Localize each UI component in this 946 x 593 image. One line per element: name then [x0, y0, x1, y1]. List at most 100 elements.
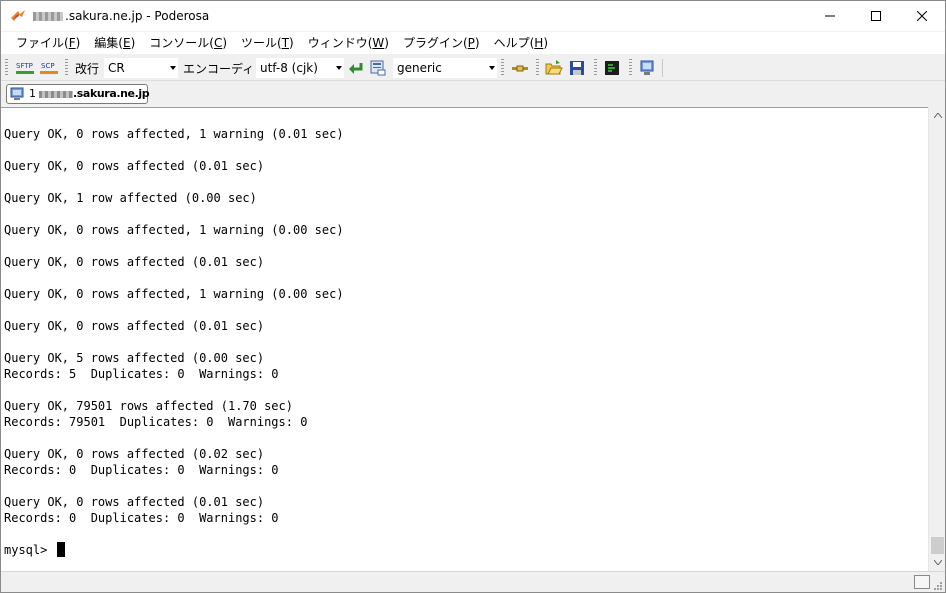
terminal-line: Records: 0 Duplicates: 0 Warnings: 0: [4, 463, 279, 477]
terminal-type-value: generic: [397, 61, 442, 75]
terminal-line: Query OK, 0 rows affected (0.01 sec): [4, 495, 265, 509]
log-button[interactable]: [603, 59, 621, 77]
menu-help[interactable]: ヘルプ(H): [487, 33, 555, 53]
maximize-button[interactable]: [853, 1, 899, 31]
newline-select-value: CR: [108, 61, 125, 75]
scp-icon: SCP: [40, 62, 58, 74]
menu-plugins[interactable]: プラグイン(P): [396, 33, 487, 53]
minimize-button[interactable]: [807, 1, 853, 31]
terminal-line: Query OK, 0 rows affected, 1 warning (0.…: [4, 287, 344, 301]
scp-icon-text: SCP: [41, 62, 55, 70]
terminal-line: Query OK, 0 rows affected, 1 warning (0.…: [4, 223, 344, 237]
terminal-line: Query OK, 79501 rows affected (1.70 sec): [4, 399, 293, 413]
terminal-view[interactable]: Query OK, 0 rows affected, 1 warning (0.…: [1, 107, 928, 571]
toolbar-grip[interactable]: [5, 59, 8, 77]
minimize-icon: [825, 15, 835, 17]
session-tab[interactable]: 1 .sakura.ne.jp: [6, 84, 150, 104]
sftp-button[interactable]: SFTP: [15, 59, 35, 77]
menu-window[interactable]: ウィンドウ(W): [301, 33, 396, 53]
terminal-line: Records: 0 Duplicates: 0 Warnings: 0: [4, 511, 279, 525]
broadcast-button[interactable]: [638, 59, 656, 77]
text-cursor: [56, 542, 65, 557]
status-bar: [1, 571, 945, 592]
toolbar-grip[interactable]: [65, 59, 68, 77]
scrollbar-thumb[interactable]: [931, 537, 944, 554]
close-icon: [917, 11, 927, 21]
open-folder-icon: [545, 60, 563, 75]
session-tab-host: .sakura.ne.jp: [73, 87, 150, 100]
window-title-text: .sakura.ne.jp - Poderosa: [65, 9, 210, 23]
chevron-down-icon: [336, 66, 342, 70]
session-tab-strip: 1 .sakura.ne.jp: [1, 82, 945, 107]
terminal-session-icon: [10, 87, 24, 100]
toolbar-grip[interactable]: [629, 59, 632, 77]
terminal-line: Query OK, 0 rows affected, 1 warning (0.…: [4, 127, 344, 141]
mysql-prompt: mysql>: [4, 543, 55, 557]
sftp-icon: SFTP: [16, 62, 34, 74]
save-button[interactable]: [568, 59, 586, 77]
toolbar-separator: [662, 59, 663, 77]
menu-edit[interactable]: 編集(E): [87, 33, 142, 53]
scp-button[interactable]: SCP: [39, 59, 59, 77]
menu-bar: ファイル(F) 編集(E) コンソール(C) ツール(T) ウィンドウ(W) プ…: [1, 32, 945, 54]
sftp-icon-text: SFTP: [16, 62, 33, 70]
terminal-settings-button[interactable]: [369, 59, 387, 77]
scroll-up-button[interactable]: [929, 107, 946, 124]
terminal-line: Query OK, 0 rows affected (0.01 sec): [4, 319, 265, 333]
status-indicator: [914, 575, 930, 589]
terminal-line: Query OK, 0 rows affected (0.01 sec): [4, 255, 265, 269]
terminal-line: Records: 5 Duplicates: 0 Warnings: 0: [4, 367, 279, 381]
encoding-select[interactable]: utf-8 (cjk): [256, 58, 344, 78]
chevron-down-icon: [933, 560, 942, 565]
chevron-down-icon: [170, 66, 176, 70]
terminal-line: Query OK, 0 rows affected (0.01 sec): [4, 159, 265, 173]
poderosa-app-icon: [11, 10, 25, 21]
toolbar-grip[interactable]: [501, 59, 504, 77]
vertical-scrollbar[interactable]: [928, 107, 945, 571]
terminal-prompt-line: mysql>: [4, 542, 344, 558]
line-feed-icon: [349, 63, 363, 74]
encoding-select-value: utf-8 (cjk): [260, 61, 318, 75]
broadcast-icon: [640, 60, 654, 75]
open-button[interactable]: [545, 59, 563, 77]
app-window: .sakura.ne.jp - Poderosa ファイル(F) 編集(E) コ…: [0, 0, 946, 593]
redacted-hostname: [39, 91, 73, 98]
chevron-up-icon: [933, 113, 942, 118]
redacted-hostname: [33, 12, 63, 21]
terminal-line: Query OK, 1 row affected (0.00 sec): [4, 191, 257, 205]
resize-grip-icon[interactable]: [931, 579, 943, 591]
terminal-line: Query OK, 5 rows affected (0.00 sec): [4, 351, 265, 365]
toolbar-grip[interactable]: [594, 59, 597, 77]
newline-label: 改行: [75, 62, 100, 76]
fork-button[interactable]: [510, 59, 530, 77]
terminal-line: Query OK, 0 rows affected (0.02 sec): [4, 447, 265, 461]
line-feed-button[interactable]: [347, 59, 365, 77]
scroll-down-button[interactable]: [929, 554, 946, 571]
menu-tools[interactable]: ツール(T): [234, 33, 301, 53]
chevron-down-icon: [489, 66, 495, 70]
log-icon: [605, 61, 619, 75]
toolbar-grip[interactable]: [536, 59, 539, 77]
terminal-type-select[interactable]: generic: [393, 58, 497, 78]
menu-console[interactable]: コンソール(C): [142, 33, 234, 53]
terminal-line: Records: 79501 Duplicates: 0 Warnings: 0: [4, 415, 308, 429]
title-bar[interactable]: .sakura.ne.jp - Poderosa: [1, 1, 945, 31]
session-tab-index: 1: [29, 87, 36, 100]
menu-file[interactable]: ファイル(F): [9, 33, 87, 53]
toolbar: SFTP SCP 改行 CR エンコーディング utf-8 (cjk) gene…: [1, 55, 945, 81]
close-button[interactable]: [899, 1, 945, 31]
terminal-output: Query OK, 0 rows affected, 1 warning (0.…: [4, 126, 344, 558]
newline-select[interactable]: CR: [104, 58, 178, 78]
maximize-icon: [871, 11, 881, 21]
save-icon: [570, 61, 584, 75]
